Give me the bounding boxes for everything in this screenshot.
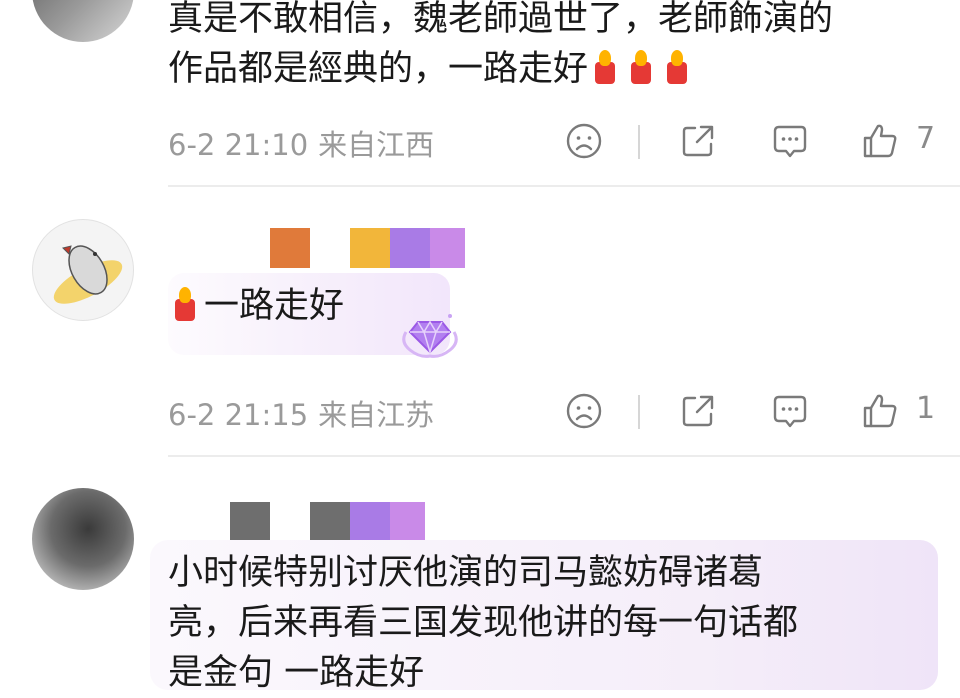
comment-line: 作品都是經典的，一路走好: [168, 44, 948, 94]
divider: [168, 185, 960, 187]
comment-text: 真是不敢相信，魏老師過世了，老師飾演的 作品都是經典的，一路走好: [168, 0, 948, 94]
comment-actions: 7: [560, 117, 940, 167]
candle-icon: [168, 285, 200, 323]
comment-actions: 1: [560, 387, 940, 437]
comment-line: 小时候特别讨厌他演的司马懿妨碍诸葛: [168, 553, 764, 593]
avatar[interactable]: [32, 488, 134, 590]
comment-line: 是金句 一路走好: [168, 653, 425, 693]
redaction-block: [390, 502, 425, 542]
share-icon[interactable]: [680, 393, 716, 429]
redaction-block: [390, 228, 430, 268]
candle-icon: [624, 48, 656, 86]
username-redacted: [175, 228, 465, 268]
sad-face-icon[interactable]: [566, 123, 602, 159]
comment-meta: 6-2 21:10 来自江西: [168, 122, 434, 164]
avatar[interactable]: [32, 219, 134, 321]
comment-icon[interactable]: [772, 123, 808, 159]
divider: [638, 395, 640, 429]
redaction-block: [350, 502, 390, 542]
avatar[interactable]: [32, 0, 134, 42]
comment-line: 真是不敢相信，魏老師過世了，老師飾演的: [168, 0, 834, 39]
thumbs-up-icon[interactable]: [862, 123, 898, 159]
redaction-block: [310, 502, 350, 542]
redaction-block: [350, 228, 390, 268]
diamond-badge-icon: [402, 314, 458, 358]
comment-time: 6-2 21:15: [168, 398, 309, 432]
redaction-block: [230, 502, 270, 542]
comment-location: 来自江苏: [318, 398, 435, 432]
divider: [638, 125, 640, 159]
redaction-block: [270, 228, 310, 268]
username-redacted: [175, 502, 445, 542]
comment-line: 亮，后来再看三国发现他讲的每一句话都: [168, 603, 799, 643]
share-icon[interactable]: [680, 123, 716, 159]
comment-text: 一路走好: [168, 281, 344, 331]
redaction-block: [430, 228, 465, 268]
comment-meta: 6-2 21:15 来自江苏: [168, 392, 434, 434]
comment-time: 6-2 21:10: [168, 128, 309, 162]
divider: [168, 455, 960, 457]
cartoon-fish-avatar-icon: [53, 245, 123, 304]
sad-face-icon[interactable]: [566, 393, 602, 429]
comment-text: 小时候特别讨厌他演的司马懿妨碍诸葛 亮，后来再看三国发现他讲的每一句话都 是金句…: [168, 548, 928, 698]
like-count: 1: [916, 391, 936, 426]
candle-icon: [588, 48, 620, 86]
redaction-block: [270, 502, 310, 542]
candle-icon: [660, 48, 692, 86]
thumbs-up-icon[interactable]: [862, 393, 898, 429]
redaction-block: [310, 228, 350, 268]
like-count: 7: [916, 121, 936, 156]
comment-location: 来自江西: [318, 128, 435, 162]
comment-icon[interactable]: [772, 393, 808, 429]
